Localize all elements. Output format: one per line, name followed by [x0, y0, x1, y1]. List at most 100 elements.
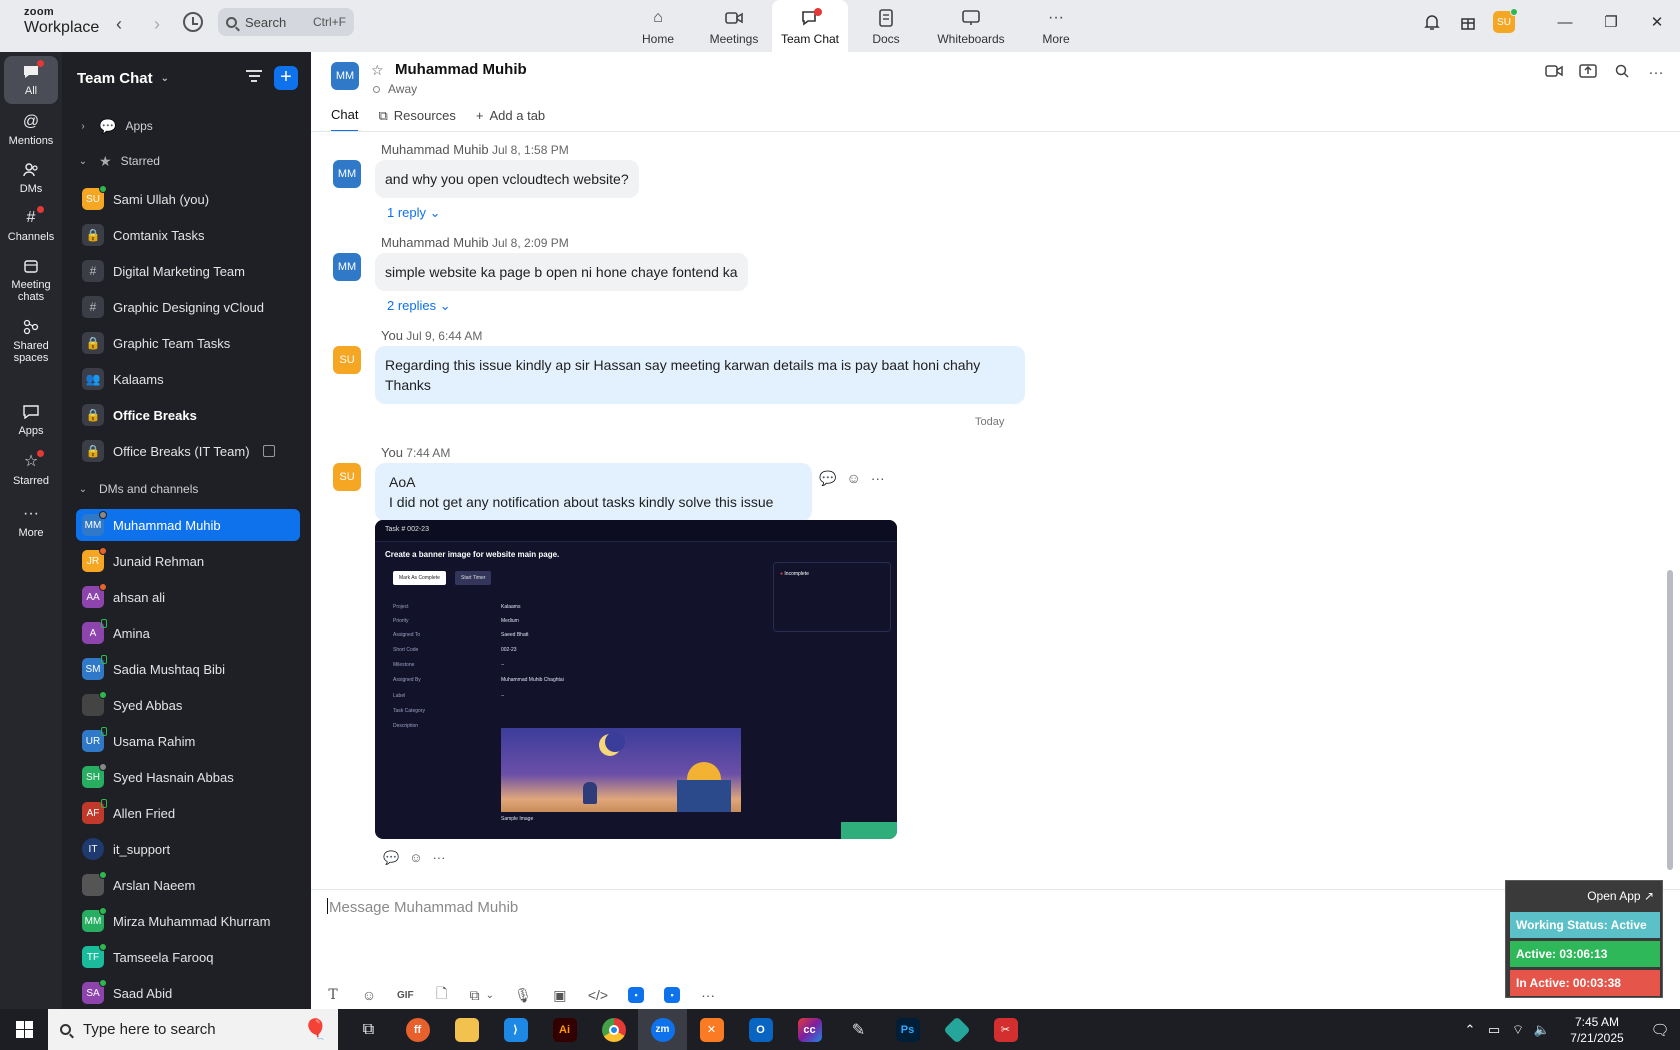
close-icon[interactable]: ✕ — [1634, 0, 1680, 44]
sidebar-section-apps[interactable]: › 💬 Apps — [76, 110, 300, 142]
bell-icon[interactable] — [1414, 0, 1450, 44]
microphone-icon[interactable]: 🎙 — [514, 987, 532, 1004]
sidebar-section-dms[interactable]: ⌄ DMs and channels — [76, 473, 300, 505]
vscode-icon[interactable]: ⟩ — [491, 1009, 540, 1050]
video-message-icon[interactable]: ▣ — [552, 987, 568, 1004]
tab-more[interactable]: ··· More — [1018, 0, 1094, 52]
search-icon[interactable] — [1612, 64, 1632, 82]
avatar[interactable]: MM — [333, 160, 361, 188]
tab-docs[interactable]: Docs — [848, 0, 924, 52]
star-icon[interactable]: ☆ — [371, 62, 384, 79]
message-bubble[interactable]: and why you open vcloudtech website? — [375, 160, 639, 198]
rail-starred[interactable]: ☆ Starred — [4, 450, 58, 488]
sidebar-item-kalaams[interactable]: 👥 Kalaams — [76, 363, 300, 395]
sidebar-item-sami-ullah[interactable]: SU Sami Ullah (you) — [76, 183, 300, 215]
chat-app-icon[interactable]: ▪ — [664, 987, 681, 1003]
avatar[interactable]: SU — [333, 463, 361, 491]
search-input[interactable]: Search Ctrl+F — [218, 8, 354, 36]
sidebar-item-tamseela-farooq[interactable]: TF Tamseela Farooq — [76, 941, 300, 973]
more-options-icon[interactable]: ··· — [871, 470, 885, 487]
tab-chat[interactable]: Chat — [331, 107, 359, 132]
photoshop-icon[interactable]: Ps — [883, 1009, 932, 1050]
back-arrow-icon[interactable]: ‹ — [116, 14, 122, 35]
sidebar-item-arslan-naeem[interactable]: Arslan Naeem — [76, 869, 300, 901]
reply-thread-icon[interactable]: 💬 — [819, 470, 836, 487]
sidebar-title[interactable]: Team Chat ⌄ — [77, 70, 169, 87]
more-options-icon[interactable]: ··· — [432, 850, 445, 866]
sidebar-section-starred[interactable]: ⌄ ★ Starred — [76, 145, 300, 177]
sidebar-item-digital-marketing[interactable]: # Digital Marketing Team — [76, 255, 300, 287]
avatar[interactable]: SU — [333, 346, 361, 374]
emoji-reaction-icon[interactable]: ☺ — [846, 470, 860, 487]
tab-add[interactable]: + Add a tab — [476, 107, 545, 132]
rail-meeting-chats[interactable]: Meeting chats — [4, 256, 58, 303]
share-screen-icon[interactable] — [1578, 64, 1598, 82]
profile-avatar[interactable]: SU — [1486, 0, 1522, 44]
open-app-button[interactable]: Open App ↗ — [1587, 889, 1654, 903]
wifi-icon[interactable]: ⌔ — [1506, 1022, 1530, 1038]
more-options-icon[interactable]: ··· — [1646, 64, 1666, 82]
reply-thread-icon[interactable]: 💬 — [383, 850, 399, 866]
balloon-widget-icon[interactable]: 🎈 — [303, 1017, 328, 1042]
contact-avatar[interactable]: MM — [331, 62, 359, 90]
rail-channels[interactable]: # Channels — [4, 206, 58, 244]
rail-more[interactable]: ··· More — [4, 504, 58, 540]
task-view-icon[interactable]: ⧉ — [344, 1009, 393, 1050]
taskbar-search-input[interactable]: Type here to search 🎈 — [48, 1009, 338, 1050]
snipping-tool-icon[interactable]: ✂ — [981, 1009, 1030, 1050]
file-explorer-icon[interactable] — [442, 1009, 491, 1050]
illustrator-icon[interactable]: Ai — [540, 1009, 589, 1050]
thread-replies-link[interactable]: 1 reply ⌄ — [387, 205, 441, 221]
sidebar-item-graphic-designing[interactable]: # Graphic Designing vCloud — [76, 291, 300, 323]
sidebar-item-office-breaks[interactable]: 🔒 Office Breaks — [76, 399, 300, 431]
image-attachment[interactable]: Task # 002-23 Create a banner image for … — [375, 520, 897, 839]
new-chat-button[interactable]: + — [274, 66, 298, 90]
file-icon[interactable]: 🗋 — [434, 983, 450, 1007]
forward-arrow-icon[interactable]: › — [154, 14, 160, 35]
volume-icon[interactable]: 🔈 — [1530, 1022, 1554, 1038]
sidebar-item-graphic-team-tasks[interactable]: 🔒 Graphic Team Tasks — [76, 327, 300, 359]
sidebar-item-office-breaks-it[interactable]: 🔒 Office Breaks (IT Team) — [76, 435, 300, 467]
rail-all[interactable]: All — [4, 56, 58, 104]
sidebar-item-muhammad-muhib[interactable]: MM Muhammad Muhib — [76, 509, 300, 541]
video-call-icon[interactable] — [1544, 64, 1564, 82]
firefox-icon[interactable]: ff — [393, 1009, 442, 1050]
sidebar-item-allen-fried[interactable]: AF Allen Fried — [76, 797, 300, 829]
network-monitor-icon[interactable]: ▭ — [1482, 1022, 1506, 1038]
app-shortcut-icon[interactable]: ▪ — [628, 987, 645, 1003]
taskbar-clock[interactable]: 7:45 AM 7/21/2025 — [1554, 1014, 1640, 1046]
tab-resources[interactable]: ⧉ Resources — [378, 107, 455, 132]
xampp-icon[interactable]: ✕ — [687, 1009, 736, 1050]
notification-center-icon[interactable]: 🗨 — [1640, 1021, 1680, 1039]
emoji-icon[interactable]: ☺ — [361, 987, 377, 1003]
sidebar-item-it-support[interactable]: IT it_support — [76, 833, 300, 865]
code-snippet-icon[interactable]: </> — [588, 987, 608, 1003]
gift-icon[interactable] — [1450, 0, 1486, 44]
pen-tool-icon[interactable]: ✎ — [834, 1009, 883, 1050]
sidebar-item-mirza-khurram[interactable]: MM Mirza Muhammad Khurram — [76, 905, 300, 937]
gif-icon[interactable]: GIF — [397, 990, 414, 1001]
more-icon[interactable]: ··· — [700, 987, 716, 1003]
sidebar-item-comtanix-tasks[interactable]: 🔒 Comtanix Tasks — [76, 219, 300, 251]
avatar[interactable]: MM — [333, 253, 361, 281]
sidebar-item-junaid-rehman[interactable]: JR Junaid Rehman — [76, 545, 300, 577]
history-icon[interactable] — [183, 12, 203, 32]
outlook-icon[interactable]: O — [736, 1009, 785, 1050]
contact-name[interactable]: Muhammad Muhib — [395, 61, 527, 78]
sidebar-item-usama-rahim[interactable]: UR Usama Rahim — [76, 725, 300, 757]
emoji-reaction-icon[interactable]: ☺ — [409, 850, 422, 866]
message-bubble[interactable]: Regarding this issue kindly ap sir Hassa… — [375, 346, 1025, 404]
rail-mentions[interactable]: @ Mentions — [4, 112, 58, 148]
sidebar-item-syed-hasnain[interactable]: SH Syed Hasnain Abbas — [76, 761, 300, 793]
minimize-icon[interactable]: — — [1542, 0, 1588, 44]
message-bubble[interactable]: simple website ka page b open ni hone ch… — [375, 253, 748, 291]
tab-home[interactable]: ⌂ Home — [620, 0, 696, 52]
rail-shared-spaces[interactable]: Shared spaces — [4, 317, 58, 364]
filter-icon[interactable] — [246, 70, 262, 84]
zoom-icon[interactable]: zm — [638, 1009, 687, 1050]
tab-meetings[interactable]: Meetings — [696, 0, 772, 52]
maximize-icon[interactable]: ❐ — [1588, 0, 1634, 44]
sidebar-item-syed-abbas[interactable]: Syed Abbas — [76, 689, 300, 721]
sidebar-item-sadia-mushtaq[interactable]: SM Sadia Mushtaq Bibi — [76, 653, 300, 685]
chat-scrollbar[interactable] — [1667, 570, 1673, 870]
